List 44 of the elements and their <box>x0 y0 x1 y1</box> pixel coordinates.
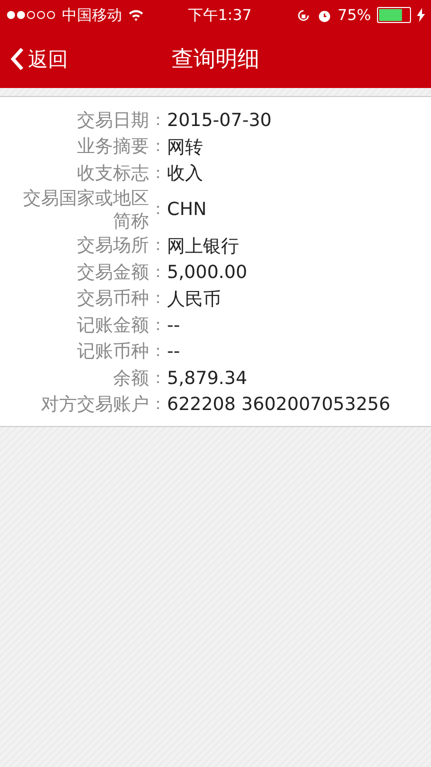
label-colon: ： <box>149 110 167 131</box>
back-button[interactable]: 返回 <box>0 46 78 72</box>
label-colon: ： <box>149 341 167 362</box>
field-value: 5,879.34 <box>167 368 248 389</box>
field-value: -- <box>167 314 181 336</box>
chevron-left-icon <box>10 47 24 71</box>
field-label: 记账金额 <box>76 314 149 337</box>
field-value: 网转 <box>167 136 204 159</box>
label-colon: ： <box>149 199 167 220</box>
label-colon: ： <box>149 368 167 389</box>
field-value: 2015-07-30 <box>167 110 273 131</box>
carrier-name: 中国移动 <box>62 6 122 24</box>
field-value: 网上银行 <box>167 234 240 258</box>
battery-percent: 75% <box>338 6 371 24</box>
signal-icon <box>6 10 56 20</box>
battery-icon <box>377 7 411 23</box>
status-time: 下午1:37 <box>188 6 252 24</box>
field-label: 业务摘要 <box>76 135 149 158</box>
rotation-lock-icon <box>296 8 311 22</box>
page-title: 查询明细 <box>172 46 260 74</box>
label-colon: ： <box>149 314 167 336</box>
field-label: 交易币种 <box>76 287 149 310</box>
field-label: 对方交易账户 <box>40 393 149 416</box>
field-value: 5,000.00 <box>167 262 248 283</box>
field-value: 收入 <box>167 162 204 186</box>
field-label: 交易场所 <box>76 234 149 258</box>
label-colon: ： <box>149 162 167 184</box>
field-label: 收支标志 <box>76 162 149 185</box>
label-colon: ： <box>149 288 167 310</box>
label-colon: ： <box>149 136 167 158</box>
field-value: CHN <box>167 199 208 220</box>
field-label: 交易金额 <box>76 260 149 284</box>
field-label: 交易国家或地区简称 <box>22 186 149 232</box>
field-label: 交易日期 <box>76 108 149 132</box>
field-value: 622208 3602007053256 <box>167 394 392 416</box>
wifi-icon <box>128 9 144 21</box>
charging-icon <box>417 8 425 22</box>
field-label: 余额 <box>112 366 149 390</box>
label-colon: ： <box>149 262 167 283</box>
field-value: 人民币 <box>167 288 222 311</box>
field-value: -- <box>167 341 181 362</box>
label-colon: ： <box>149 394 167 416</box>
label-colon: ： <box>149 235 167 256</box>
field-label: 记账币种 <box>76 340 149 364</box>
